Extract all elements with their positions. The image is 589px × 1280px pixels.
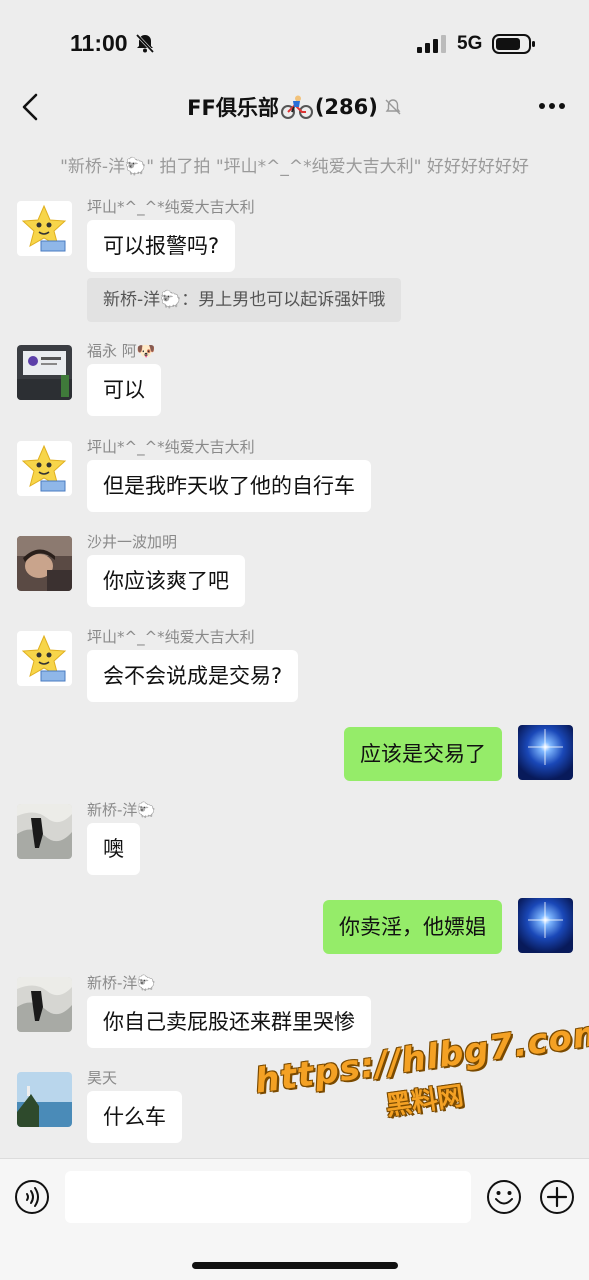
message-bubble-self[interactable]: 应该是交易了: [344, 727, 502, 781]
wave-avatar-icon: [17, 977, 72, 1032]
sea-avatar-icon: [17, 1072, 72, 1127]
member-count: (286): [314, 95, 378, 119]
emoji-icon[interactable]: [486, 1179, 522, 1215]
blue-star-avatar-icon: [518, 725, 573, 780]
message-bubble[interactable]: 噢: [87, 823, 140, 875]
message-bubble[interactable]: 会不会说成是交易?: [87, 650, 299, 702]
sender-name: 坪山*^_^*纯爱大吉大利: [87, 198, 255, 216]
office-avatar-icon: [17, 345, 72, 400]
message-bubble[interactable]: 但是我昨天收了他的自行车: [87, 460, 371, 512]
avatar[interactable]: [17, 977, 72, 1032]
avatar[interactable]: [17, 441, 72, 496]
plus-icon[interactable]: [539, 1179, 575, 1215]
message-input[interactable]: [65, 1171, 471, 1223]
bell-muted-icon: [135, 33, 155, 54]
message-bubble-self[interactable]: 你卖淫，他嫖娼: [323, 900, 502, 954]
sender-name: 昊天: [87, 1069, 118, 1087]
sender-name: 新桥-洋🐑: [87, 974, 157, 992]
chat-header: FF俱乐部 (286): [0, 80, 589, 134]
status-time: 11:00: [70, 30, 128, 56]
wave-avatar-icon: [17, 804, 72, 859]
group-name: FF俱乐部: [187, 96, 279, 120]
avatar-self[interactable]: [518, 725, 573, 780]
star-avatar-icon: [17, 441, 72, 496]
network-type: 5G: [457, 33, 483, 54]
muted-bell-icon: [385, 99, 401, 115]
more-options-icon[interactable]: [538, 102, 566, 110]
star-avatar-icon: [17, 201, 72, 256]
blue-star-avatar-icon: [518, 898, 573, 953]
message-bubble[interactable]: 你自己卖屁股还来群里哭惨: [87, 996, 371, 1048]
cyclist-emoji-icon: [280, 95, 313, 119]
avatar[interactable]: [17, 345, 72, 400]
sender-name: 坪山*^_^*纯爱大吉大利: [87, 628, 255, 646]
status-bar: 11:00 5G: [0, 0, 589, 80]
quoted-message[interactable]: 新桥-洋🐑：男上男也可以起诉强奸哦: [87, 278, 402, 322]
avatar[interactable]: [17, 536, 72, 591]
system-notice: "新桥-洋🐑" 拍了拍 "坪山*^_^*纯爱大吉大利" 好好好好好好: [60, 157, 529, 177]
sender-name: 坪山*^_^*纯爱大吉大利: [87, 438, 255, 456]
avatar[interactable]: [17, 1072, 72, 1127]
sender-name: 新桥-洋🐑: [87, 801, 157, 819]
message-bubble[interactable]: 什么车: [87, 1091, 182, 1143]
star-avatar-icon: [17, 631, 72, 686]
person-avatar-icon: [17, 536, 72, 591]
sender-name: 福永 阿🐶: [87, 342, 156, 360]
cellular-signal-icon: [417, 35, 446, 53]
avatar[interactable]: [17, 804, 72, 859]
sender-name: 沙井一波加明: [87, 533, 178, 551]
message-bubble[interactable]: 你应该爽了吧: [87, 555, 245, 607]
avatar-self[interactable]: [518, 898, 573, 953]
avatar[interactable]: [17, 631, 72, 686]
avatar[interactable]: [17, 201, 72, 256]
battery-icon: [492, 34, 535, 54]
voice-input-icon[interactable]: [14, 1179, 50, 1215]
chat-messages[interactable]: "新桥-洋🐑" 拍了拍 "坪山*^_^*纯爱大吉大利" 好好好好好好 坪山*^_…: [0, 134, 589, 1158]
chat-title: FF俱乐部 (286): [0, 92, 589, 122]
message-bubble[interactable]: 可以: [87, 364, 161, 416]
message-bubble[interactable]: 可以报警吗?: [87, 220, 236, 272]
home-indicator[interactable]: [192, 1262, 398, 1269]
